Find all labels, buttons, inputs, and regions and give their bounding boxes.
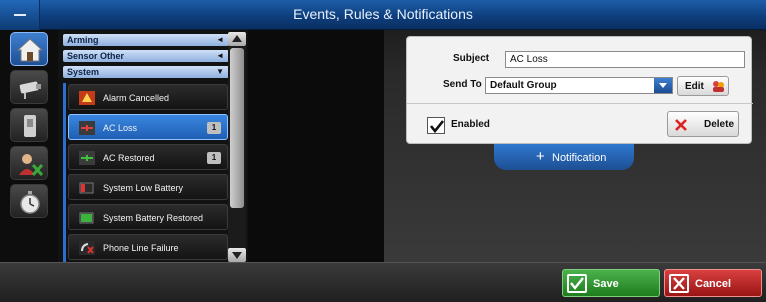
close-icon [669, 274, 689, 293]
ac-plug-icon [79, 121, 95, 135]
notification-tab-label: Notification [552, 152, 607, 164]
event-item-ac-restored[interactable]: AC Restored 1 [68, 144, 228, 170]
divider-area [248, 30, 384, 262]
nav-timer-button[interactable] [10, 184, 48, 218]
battery-low-icon [79, 182, 94, 194]
notification-detail-panel: Subject AC Loss Send To Default Group Ed… [384, 30, 766, 262]
event-item-phone-line-failure[interactable]: Phone Line Failure [68, 234, 228, 260]
nav-home-button[interactable] [10, 32, 48, 66]
save-label: Save [593, 278, 619, 290]
edit-group-button[interactable]: Edit [677, 76, 729, 96]
window-title: Events, Rules & Notifications [293, 6, 473, 22]
category-label: Sensor Other [67, 51, 125, 61]
event-list-panel: Arming ◄ Sensor Other ◄ System ▼ Alarm C… [58, 30, 248, 263]
subject-value: AC Loss [510, 54, 548, 65]
event-item-alarm-cancelled[interactable]: Alarm Cancelled [68, 84, 228, 110]
collapse-arrow-icon: ◄ [216, 51, 224, 60]
nav-users-button[interactable] [10, 146, 48, 180]
subject-field[interactable]: AC Loss [505, 51, 745, 68]
event-item-label: AC Loss [103, 123, 138, 133]
camera-icon [19, 81, 41, 99]
event-item-label: Alarm Cancelled [103, 93, 170, 103]
nav-sensor-button[interactable] [10, 108, 48, 142]
card-separator [407, 103, 753, 104]
delete-label: Delete [704, 119, 735, 130]
event-item-label: System Battery Restored [103, 213, 204, 223]
category-label: System [67, 67, 100, 77]
category-arming[interactable]: Arming ◄ [63, 34, 229, 46]
sensor-icon [24, 115, 36, 137]
list-scrollbar[interactable] [228, 32, 246, 262]
plus-icon: + [536, 148, 545, 165]
save-button[interactable]: Save [562, 269, 660, 297]
edit-label: Edit [685, 81, 704, 92]
title-bar: Events, Rules & Notifications [0, 0, 766, 30]
subject-label: Subject [453, 53, 490, 64]
notification-card: Subject AC Loss Send To Default Group Ed… [406, 36, 753, 144]
enabled-label: Enabled [451, 119, 490, 130]
group-users-icon [713, 81, 724, 92]
delete-button[interactable]: Delete [667, 111, 739, 137]
event-item-system-battery-restored[interactable]: System Battery Restored [68, 204, 228, 230]
alarm-icon [79, 91, 95, 105]
dropdown-arrow[interactable] [654, 78, 672, 93]
send-to-label: Send To [443, 79, 482, 90]
chevron-down-icon [659, 83, 667, 88]
event-item-system-low-battery[interactable]: System Low Battery [68, 174, 228, 200]
add-notification-tab[interactable]: + Notification [494, 144, 634, 170]
category-sensor-other[interactable]: Sensor Other ◄ [63, 50, 229, 62]
cancel-button[interactable]: Cancel [664, 269, 762, 297]
cancel-label: Cancel [695, 278, 732, 290]
expand-arrow-icon: ▼ [216, 67, 224, 76]
event-item-ac-loss[interactable]: AC Loss 1 [68, 114, 228, 140]
checkmark-icon [429, 120, 445, 134]
phone-fail-icon [79, 241, 95, 255]
collapse-arrow-icon: ◄ [216, 35, 224, 44]
rule-count-badge: 1 [207, 152, 221, 164]
enabled-checkbox[interactable] [427, 117, 445, 134]
arrow-up-icon [232, 35, 242, 42]
user-remove-icon [19, 154, 44, 177]
event-item-label: AC Restored [103, 153, 155, 163]
scroll-thumb[interactable] [230, 48, 244, 208]
send-to-select[interactable]: Default Group [485, 77, 673, 94]
arrow-down-icon [232, 252, 242, 259]
scroll-down-button[interactable] [228, 248, 246, 262]
event-item-label: Phone Line Failure [103, 243, 179, 253]
ac-plug-icon [79, 151, 95, 165]
nav-camera-button[interactable] [10, 70, 48, 104]
category-label: Arming [67, 35, 99, 45]
delete-x-icon [675, 119, 687, 131]
scroll-up-button[interactable] [228, 32, 246, 46]
check-icon [567, 274, 587, 293]
battery-full-icon [79, 212, 94, 224]
bottom-action-bar: Save Cancel [0, 262, 766, 302]
app-window: Events, Rules & Notifications Arming ◄ S… [0, 0, 766, 302]
home-icon [16, 38, 44, 62]
list-indent-bar [63, 83, 66, 263]
category-system[interactable]: System ▼ [63, 66, 229, 78]
stopwatch-icon [20, 191, 40, 214]
side-nav [0, 30, 58, 262]
send-to-value: Default Group [490, 80, 557, 91]
event-item-label: System Low Battery [103, 183, 184, 193]
rule-count-badge: 1 [207, 122, 221, 134]
